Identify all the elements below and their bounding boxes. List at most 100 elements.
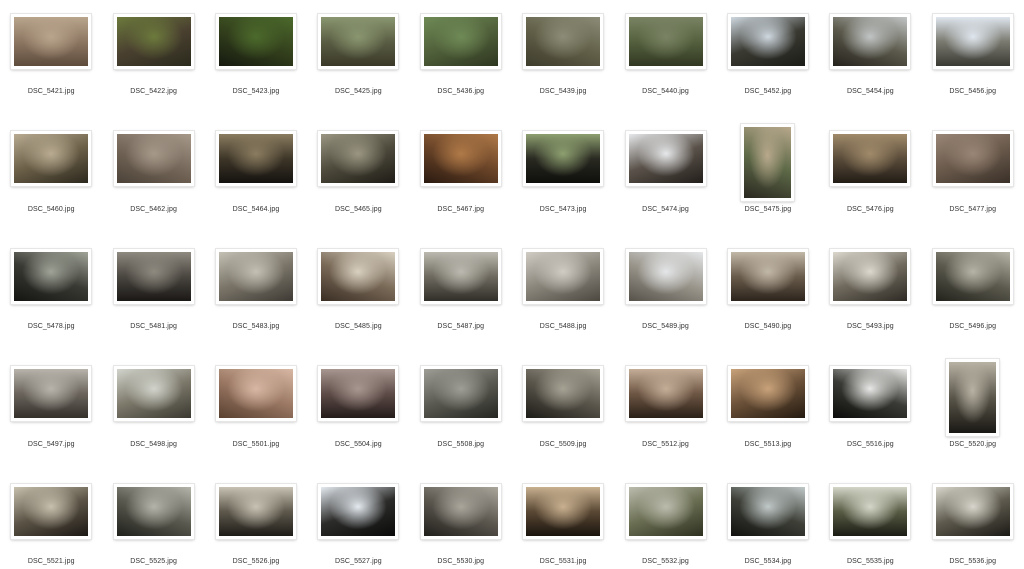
thumbnail-frame[interactable] xyxy=(113,366,194,422)
thumbnail-frame[interactable] xyxy=(318,366,399,422)
thumbnail-frame[interactable] xyxy=(113,131,194,187)
thumbnail-image[interactable] xyxy=(526,134,601,184)
thumbnail-area[interactable] xyxy=(0,245,102,307)
thumbnail-frame[interactable] xyxy=(946,359,1000,437)
thumbnail-area[interactable] xyxy=(922,128,1024,190)
thumbnail-frame[interactable] xyxy=(932,131,1013,187)
thumbnail-area[interactable] xyxy=(819,363,921,425)
thumbnail-area[interactable] xyxy=(307,363,409,425)
thumbnail-area[interactable] xyxy=(819,245,921,307)
thumbnail-frame[interactable] xyxy=(625,248,706,304)
file-item[interactable]: DSC_5422.jpg xyxy=(102,4,204,122)
thumbnail-image[interactable] xyxy=(423,251,498,301)
thumbnail-image[interactable] xyxy=(14,369,89,419)
file-item[interactable]: DSC_5509.jpg xyxy=(512,357,614,475)
thumbnail-area[interactable] xyxy=(410,10,512,72)
thumbnail-image[interactable] xyxy=(218,134,293,184)
thumbnail-image[interactable] xyxy=(321,16,396,66)
file-item[interactable]: DSC_5474.jpg xyxy=(614,122,716,240)
thumbnail-area[interactable] xyxy=(922,10,1024,72)
thumbnail-area[interactable] xyxy=(410,128,512,190)
thumbnail-frame[interactable] xyxy=(741,124,795,202)
file-item[interactable]: DSC_5481.jpg xyxy=(102,239,204,357)
file-item[interactable]: DSC_5488.jpg xyxy=(512,239,614,357)
thumbnail-frame[interactable] xyxy=(523,248,604,304)
thumbnail-area[interactable] xyxy=(307,480,409,542)
file-item[interactable]: DSC_5532.jpg xyxy=(614,474,716,569)
thumbnail-image[interactable] xyxy=(935,486,1010,536)
thumbnail-image[interactable] xyxy=(628,16,703,66)
thumbnail-area[interactable] xyxy=(512,128,614,190)
thumbnail-image[interactable] xyxy=(321,369,396,419)
thumbnail-image[interactable] xyxy=(628,134,703,184)
thumbnail-frame[interactable] xyxy=(420,366,501,422)
thumbnail-image[interactable] xyxy=(423,486,498,536)
thumbnail-area[interactable] xyxy=(102,480,204,542)
thumbnail-area[interactable] xyxy=(717,10,819,72)
thumbnail-image[interactable] xyxy=(833,16,908,66)
thumbnail-frame[interactable] xyxy=(215,483,296,539)
file-item[interactable]: DSC_5490.jpg xyxy=(717,239,819,357)
thumbnail-frame[interactable] xyxy=(318,483,399,539)
thumbnail-image[interactable] xyxy=(116,486,191,536)
thumbnail-frame[interactable] xyxy=(11,248,92,304)
thumbnail-frame[interactable] xyxy=(318,248,399,304)
thumbnail-area[interactable] xyxy=(614,128,716,190)
thumbnail-image[interactable] xyxy=(218,251,293,301)
thumbnail-area[interactable] xyxy=(307,245,409,307)
thumbnail-frame[interactable] xyxy=(318,131,399,187)
thumbnail-frame[interactable] xyxy=(113,248,194,304)
thumbnail-image[interactable] xyxy=(628,369,703,419)
thumbnail-frame[interactable] xyxy=(932,13,1013,69)
thumbnail-frame[interactable] xyxy=(830,131,911,187)
file-item[interactable]: DSC_5465.jpg xyxy=(307,122,409,240)
thumbnail-frame[interactable] xyxy=(113,483,194,539)
thumbnail-image[interactable] xyxy=(321,251,396,301)
thumbnail-frame[interactable] xyxy=(11,483,92,539)
thumbnail-image[interactable] xyxy=(935,134,1010,184)
thumbnail-frame[interactable] xyxy=(932,248,1013,304)
thumbnail-area[interactable] xyxy=(205,363,307,425)
thumbnail-image[interactable] xyxy=(116,369,191,419)
thumbnail-area[interactable] xyxy=(307,10,409,72)
thumbnail-area[interactable] xyxy=(410,480,512,542)
thumbnail-image[interactable] xyxy=(935,251,1010,301)
file-item[interactable]: DSC_5464.jpg xyxy=(205,122,307,240)
thumbnail-frame[interactable] xyxy=(830,13,911,69)
file-item[interactable]: DSC_5454.jpg xyxy=(819,4,921,122)
thumbnail-frame[interactable] xyxy=(420,248,501,304)
file-item[interactable]: DSC_5496.jpg xyxy=(922,239,1024,357)
thumbnail-frame[interactable] xyxy=(11,13,92,69)
file-item[interactable]: DSC_5521.jpg xyxy=(0,474,102,569)
thumbnail-frame[interactable] xyxy=(215,131,296,187)
thumbnail-frame[interactable] xyxy=(420,483,501,539)
file-item[interactable]: DSC_5531.jpg xyxy=(512,474,614,569)
thumbnail-frame[interactable] xyxy=(11,131,92,187)
file-item[interactable]: DSC_5516.jpg xyxy=(819,357,921,475)
thumbnail-frame[interactable] xyxy=(932,483,1013,539)
thumbnail-frame[interactable] xyxy=(523,131,604,187)
thumbnail-area[interactable] xyxy=(717,363,819,425)
thumbnail-image[interactable] xyxy=(116,251,191,301)
thumbnail-image[interactable] xyxy=(935,16,1010,66)
thumbnail-image[interactable] xyxy=(116,134,191,184)
thumbnail-area[interactable] xyxy=(717,480,819,542)
thumbnail-image[interactable] xyxy=(833,134,908,184)
thumbnail-image[interactable] xyxy=(14,251,89,301)
thumbnail-area[interactable] xyxy=(0,363,102,425)
file-item[interactable]: DSC_5440.jpg xyxy=(614,4,716,122)
thumbnail-frame[interactable] xyxy=(215,13,296,69)
file-item[interactable]: DSC_5456.jpg xyxy=(922,4,1024,122)
file-item[interactable]: DSC_5489.jpg xyxy=(614,239,716,357)
thumbnail-area[interactable] xyxy=(614,245,716,307)
thumbnail-image[interactable] xyxy=(833,251,908,301)
file-item[interactable]: DSC_5452.jpg xyxy=(717,4,819,122)
thumbnail-image[interactable] xyxy=(14,134,89,184)
file-item[interactable]: DSC_5527.jpg xyxy=(307,474,409,569)
thumbnail-frame[interactable] xyxy=(215,248,296,304)
thumbnail-frame[interactable] xyxy=(625,483,706,539)
file-item[interactable]: DSC_5467.jpg xyxy=(410,122,512,240)
thumbnail-frame[interactable] xyxy=(727,13,808,69)
file-item[interactable]: DSC_5534.jpg xyxy=(717,474,819,569)
thumbnail-image[interactable] xyxy=(218,369,293,419)
